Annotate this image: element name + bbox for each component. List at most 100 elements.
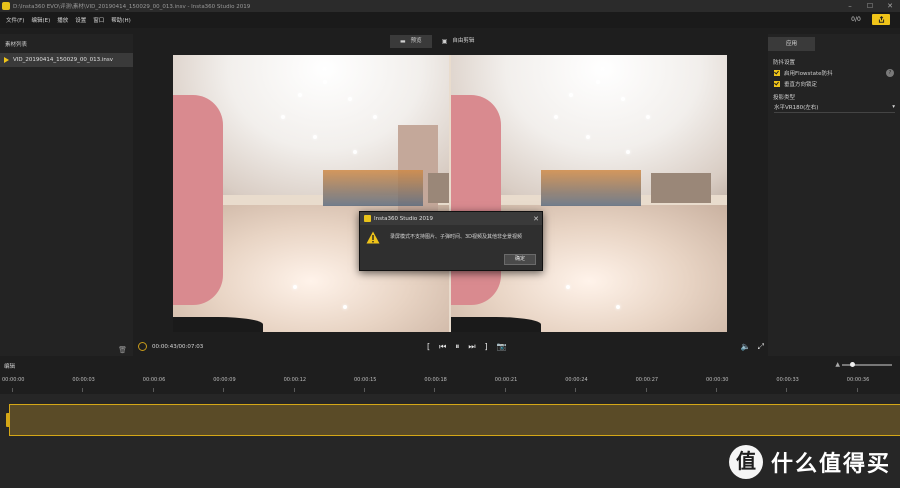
gear-icon[interactable] [138, 342, 147, 351]
mark-out-button[interactable]: ] [485, 341, 488, 353]
media-list-item[interactable]: VID_20190414_150029_00_013.insv [0, 53, 133, 67]
timeline-tick-label: 00:00:09 [213, 377, 236, 383]
warning-icon [366, 231, 380, 244]
vertical-lock-checkbox[interactable]: 垂直方向锁定 [774, 80, 817, 88]
timeline-ruler[interactable]: 00:00:00 00:00:03 00:00:06 00:00:09 00:00:12… [0, 372, 900, 394]
timeline-tick-mark [575, 388, 577, 392]
tab-preview[interactable]: ▬ 预览 [390, 35, 432, 48]
play-icon [4, 57, 9, 63]
dialog-close-button[interactable]: ✕ [530, 215, 542, 223]
playback-bar: 00:00:43/00:07:03 [ ⏮ ⏸ ⏭ ] 📷 🔈 ⤢ [133, 338, 768, 358]
app-icon [2, 2, 10, 10]
clip-trim-handle[interactable] [6, 413, 10, 427]
timeline-tick-label: 00:00:18 [424, 377, 447, 383]
menu-help[interactable]: 帮助(H) [111, 16, 130, 24]
dialog-message: 录屏模式不支持图片、子弹时间、3D视频及其他非全景视频 [390, 234, 523, 240]
clip-icon: ▣ [441, 38, 448, 45]
watermark-logo: 值 [729, 445, 763, 479]
menu-window[interactable]: 窗口 [93, 16, 104, 24]
apply-button[interactable]: 应用 [768, 37, 815, 51]
zoom-slider-handle[interactable] [850, 362, 855, 367]
volume-icon[interactable]: 🔈 [741, 341, 751, 353]
preview-right-eye [451, 55, 727, 332]
flowstate-checkbox[interactable]: 启用Flowstate防抖 [774, 69, 833, 77]
projection-title: 投影类型 [773, 95, 796, 101]
timeline-tick-label: 00:00:24 [565, 377, 588, 383]
window-title: D:\Insta360 EVO\评测\素材\VID_20190414_15002… [13, 4, 251, 10]
media-file-name: VID_20190414_150029_00_013.insv [13, 57, 113, 63]
fullscreen-icon[interactable]: ⤢ [758, 341, 764, 353]
menu-edit[interactable]: 编辑(E) [31, 16, 50, 24]
menu-bar: 文件(F) 编辑(E) 播放 设置 窗口 帮助(H) 0/0 [0, 12, 900, 28]
checkbox-icon [774, 81, 780, 87]
ok-button[interactable]: 确定 [504, 254, 536, 265]
timeline-tick-label: 00:00:36 [846, 377, 870, 383]
watermark-logo-glyph: 值 [736, 449, 756, 473]
preview-left-eye [173, 55, 449, 332]
watermark-text: 什么值得买 [771, 452, 892, 477]
timeline-tick-mark [504, 388, 506, 392]
timeline-tick-mark [434, 388, 436, 392]
checkbox-icon [774, 70, 780, 76]
timecode: 00:00:43/00:07:03 [152, 344, 204, 350]
zoom-slider[interactable] [842, 362, 892, 367]
timeline-tick-label: 00:00:15 [354, 377, 377, 383]
watermark: 值 什么值得买 [729, 440, 897, 484]
minimize-button[interactable]: – [840, 0, 860, 12]
media-list-panel: 素材列表 VID_20190414_150029_00_013.insv 🗑 [0, 34, 133, 356]
dialog-header: Insta360 Studio 2019 ✕ [360, 212, 542, 225]
film-icon: ▬ [400, 38, 406, 45]
timeline-tick-mark [223, 388, 225, 392]
video-clip-track[interactable] [6, 404, 900, 436]
timeline-tick-mark [786, 388, 788, 392]
timeline-tick-mark [856, 388, 858, 392]
menu-settings[interactable]: 设置 [75, 16, 86, 24]
chevron-down-icon: ▾ [892, 104, 895, 110]
timeline-tick-label: 00:00:06 [142, 377, 166, 383]
video-preview[interactable] [173, 55, 727, 332]
mark-in-button[interactable]: [ [427, 341, 430, 353]
alert-dialog: Insta360 Studio 2019 ✕ 录屏模式不支持图片、子弹时间、3D… [359, 211, 543, 271]
timeline-tick-mark [364, 388, 365, 392]
timeline-tick-mark [152, 388, 154, 392]
timeline-tick-label: 00:00:21 [494, 377, 518, 383]
vertical-lock-label: 垂直方向锁定 [784, 82, 818, 88]
media-list-title: 素材列表 [5, 42, 28, 48]
previous-frame-button[interactable]: ⏮ [439, 341, 446, 353]
export-counter: 0/0 [851, 16, 861, 23]
trash-icon[interactable]: 🗑 [118, 346, 127, 354]
camera-icon[interactable]: 📷 [497, 341, 507, 353]
tab-free-edit-label: 自由剪辑 [452, 38, 475, 44]
timeline-tick-mark [12, 388, 13, 392]
projection-select[interactable]: 水平VR180(左右) ▾ [774, 102, 895, 113]
projection-value: 水平VR180(左右) [774, 105, 819, 111]
export-icon [878, 16, 884, 23]
timeline-header: 编辑 ▲ [0, 358, 900, 372]
timeline-tick-label: 00:00:12 [283, 377, 307, 383]
export-button[interactable] [872, 14, 890, 25]
pause-button[interactable]: ⏸ [455, 341, 459, 353]
timeline-tick-label: 00:00:03 [72, 377, 95, 383]
window-controls: – ☐ ✕ [840, 0, 900, 12]
help-icon[interactable]: ? [886, 69, 894, 77]
tab-free-edit[interactable]: ▣ 自由剪辑 [432, 35, 485, 48]
timeline-tick-label: 00:00:00 [2, 377, 25, 383]
title-bar: D:\Insta360 EVO\评测\素材\VID_20190414_15002… [0, 0, 900, 12]
timeline-label: 编辑 [4, 364, 16, 370]
close-button[interactable]: ✕ [880, 0, 900, 12]
settings-panel: 应用 防抖设置 启用Flowstate防抖 ? 垂直方向锁定 投影类型 水平VR… [768, 34, 900, 356]
timeline-tick-label: 00:00:33 [776, 377, 799, 383]
next-frame-button[interactable]: ⏭ [468, 341, 475, 353]
timeline-tick-mark [293, 388, 295, 392]
timeline-tick-mark [645, 388, 647, 392]
timeline-tick-mark [82, 388, 84, 392]
menu-play[interactable]: 播放 [57, 16, 68, 24]
dialog-title: Insta360 Studio 2019 [374, 215, 434, 222]
menu-file[interactable]: 文件(F) [6, 16, 24, 24]
maximize-button[interactable]: ☐ [860, 0, 880, 12]
stabilization-title: 防抖设置 [773, 60, 796, 66]
timeline-tick-mark [716, 388, 717, 392]
app-icon [364, 215, 371, 222]
zoom-out-icon[interactable]: ▲ [835, 361, 840, 368]
tab-preview-label: 预览 [410, 38, 422, 44]
